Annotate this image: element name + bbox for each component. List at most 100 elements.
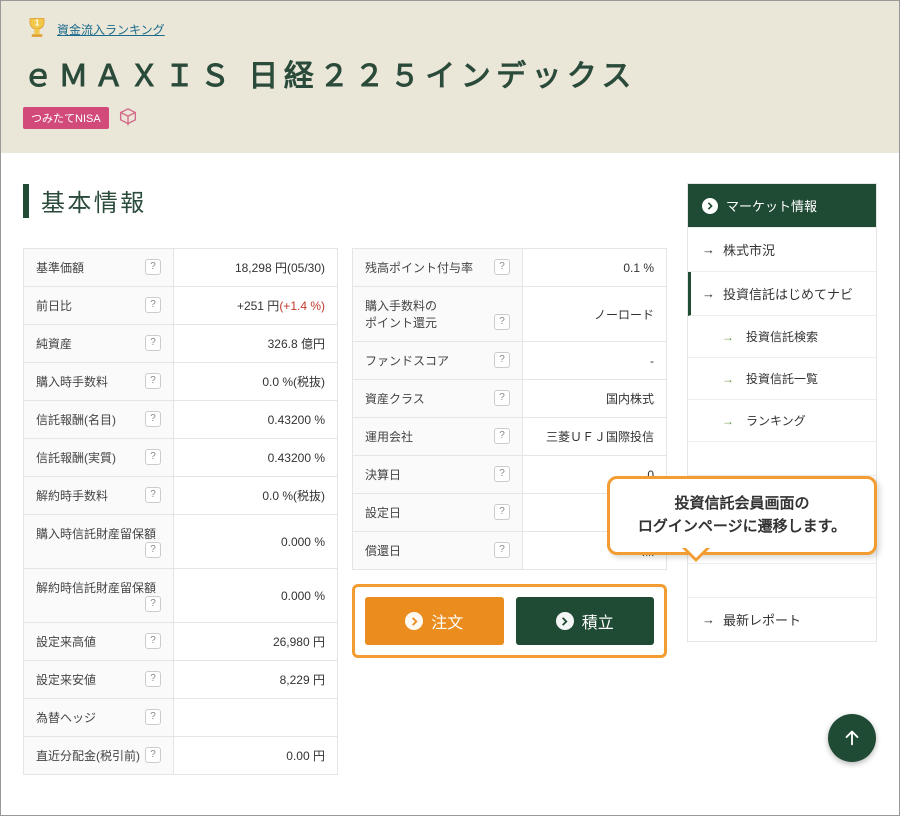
product-title: ｅＭＡＸＩＳ 日経２２５インデックス xyxy=(23,51,877,95)
sidebar-header-label: マーケット情報 xyxy=(726,196,817,215)
row-value: 18,298 円(05/30) xyxy=(174,249,338,287)
table-row: 解約時信託財産留保額?0.000 % xyxy=(24,569,338,623)
row-label: 購入時手数料? xyxy=(24,363,174,401)
table-row: 信託報酬(名目)?0.43200 % xyxy=(24,401,338,439)
help-icon[interactable]: ? xyxy=(494,542,510,558)
sidebar-item-label: 投資信託検索 xyxy=(746,328,818,345)
row-label: 償還日? xyxy=(353,532,523,570)
help-icon[interactable]: ? xyxy=(145,542,161,558)
help-icon[interactable]: ? xyxy=(145,335,161,351)
help-icon[interactable]: ? xyxy=(145,596,161,612)
sidebar-item[interactable]: →投資信託一覧 xyxy=(688,358,876,400)
sidebar-header[interactable]: マーケット情報 xyxy=(688,184,876,228)
table-row: 解約時手数料?0.0 %(税抜) xyxy=(24,477,338,515)
row-value: 0.00 円 xyxy=(174,737,338,775)
help-icon[interactable]: ? xyxy=(494,314,510,330)
table-row: 設定来安値?8,229 円 xyxy=(24,661,338,699)
sidebar-item-label: ランキング xyxy=(746,412,806,429)
table-row: 資産クラス?国内株式 xyxy=(353,380,667,418)
row-label: 信託報酬(実質)? xyxy=(24,439,174,477)
row-label: 前日比? xyxy=(24,287,174,325)
row-label: 解約時手数料? xyxy=(24,477,174,515)
row-label: 基準価額? xyxy=(24,249,174,287)
login-tooltip: 投資信託会員画面の ログインページに遷移します。 xyxy=(607,476,877,555)
row-value: 三菱ＵＦＪ国際投信 xyxy=(523,418,667,456)
help-icon[interactable]: ? xyxy=(494,390,510,406)
help-icon[interactable]: ? xyxy=(145,259,161,275)
tsumitate-button-label: 積立 xyxy=(582,609,614,633)
help-icon[interactable]: ? xyxy=(145,411,161,427)
sidebar-item-label: 株式市況 xyxy=(723,240,775,259)
sidebar-item[interactable]: → 最新レポート xyxy=(688,598,876,641)
arrow-right-icon: → xyxy=(702,286,715,301)
row-label: 解約時信託財産留保額? xyxy=(24,569,174,623)
sidebar-item[interactable]: →株式市況 xyxy=(688,228,876,272)
table-row: 設定来高値?26,980 円 xyxy=(24,623,338,661)
tsumitate-button[interactable]: 積立 xyxy=(516,597,655,645)
row-label: ファンドスコア? xyxy=(353,342,523,380)
sidebar-item-label: 最新レポート xyxy=(723,610,801,629)
row-value: - xyxy=(523,342,667,380)
arrow-right-icon: → xyxy=(722,414,734,428)
row-value: 8,229 円 xyxy=(174,661,338,699)
help-icon[interactable]: ? xyxy=(145,297,161,313)
row-label: 設定日? xyxy=(353,494,523,532)
sidebar-item[interactable]: →投資信託はじめてナビ xyxy=(688,272,876,316)
help-icon[interactable]: ? xyxy=(145,633,161,649)
header-area: 1 資金流入ランキング ｅＭＡＸＩＳ 日経２２５インデックス つみたてNISA xyxy=(1,1,899,153)
help-icon[interactable]: ? xyxy=(145,747,161,763)
table-row: 運用会社?三菱ＵＦＪ国際投信 xyxy=(353,418,667,456)
table-row: 基準価額?18,298 円(05/30) xyxy=(24,249,338,287)
row-label: 設定来安値? xyxy=(24,661,174,699)
row-value: 0.0 %(税抜) xyxy=(174,363,338,401)
table-row: 為替ヘッジ? xyxy=(24,699,338,737)
help-icon[interactable]: ? xyxy=(494,428,510,444)
table-row: ファンドスコア?- xyxy=(353,342,667,380)
nisa-tag: つみたてNISA xyxy=(23,107,109,129)
row-value xyxy=(174,699,338,737)
trophy-icon: 1 xyxy=(23,15,51,43)
table-row: 購入時信託財産留保額?0.000 % xyxy=(24,515,338,569)
row-value: ノーロード xyxy=(523,287,667,342)
row-value: 0.43200 % xyxy=(174,401,338,439)
row-label: 資産クラス? xyxy=(353,380,523,418)
help-icon[interactable]: ? xyxy=(145,487,161,503)
help-icon[interactable]: ? xyxy=(494,466,510,482)
row-label: 設定来高値? xyxy=(24,623,174,661)
table-row: 信託報酬(実質)?0.43200 % xyxy=(24,439,338,477)
row-value: 326.8 億円 xyxy=(174,325,338,363)
order-button[interactable]: 注文 xyxy=(365,597,504,645)
row-label: 運用会社? xyxy=(353,418,523,456)
table-row: 購入時手数料?0.0 %(税抜) xyxy=(24,363,338,401)
table-row: 残高ポイント付与率?0.1 % xyxy=(353,249,667,287)
sidebar-item[interactable]: → ランキング xyxy=(688,400,876,442)
basic-info-table-left: 基準価額?18,298 円(05/30)前日比?+251 円(+1.4 %)純資… xyxy=(23,248,338,775)
help-icon[interactable]: ? xyxy=(145,709,161,725)
row-value: +251 円(+1.4 %) xyxy=(174,287,338,325)
row-value: 26,980 円 xyxy=(174,623,338,661)
sidebar-item[interactable]: →投資信託検索 xyxy=(688,316,876,358)
row-label: 為替ヘッジ? xyxy=(24,699,174,737)
ranking-link[interactable]: 資金流入ランキング xyxy=(57,21,165,38)
help-icon[interactable]: ? xyxy=(494,504,510,520)
svg-text:1: 1 xyxy=(35,19,40,28)
arrow-right-icon: → xyxy=(702,612,715,627)
help-icon[interactable]: ? xyxy=(494,352,510,368)
table-row: 直近分配金(税引前)?0.00 円 xyxy=(24,737,338,775)
action-button-row: 注文 積立 xyxy=(352,584,667,658)
row-label: 購入手数料のポイント還元? xyxy=(353,287,523,342)
scroll-top-button[interactable] xyxy=(828,714,876,762)
row-value: 0.000 % xyxy=(174,515,338,569)
table-row: 前日比?+251 円(+1.4 %) xyxy=(24,287,338,325)
order-button-label: 注文 xyxy=(431,609,463,633)
row-value: 0.1 % xyxy=(523,249,667,287)
row-label: 直近分配金(税引前)? xyxy=(24,737,174,775)
help-icon[interactable]: ? xyxy=(494,259,510,275)
row-label: 決算日? xyxy=(353,456,523,494)
row-label: 購入時信託財産留保額? xyxy=(24,515,174,569)
help-icon[interactable]: ? xyxy=(145,373,161,389)
row-value: 0.000 % xyxy=(174,569,338,623)
help-icon[interactable]: ? xyxy=(145,671,161,687)
arrow-right-icon: → xyxy=(722,372,734,386)
help-icon[interactable]: ? xyxy=(145,449,161,465)
